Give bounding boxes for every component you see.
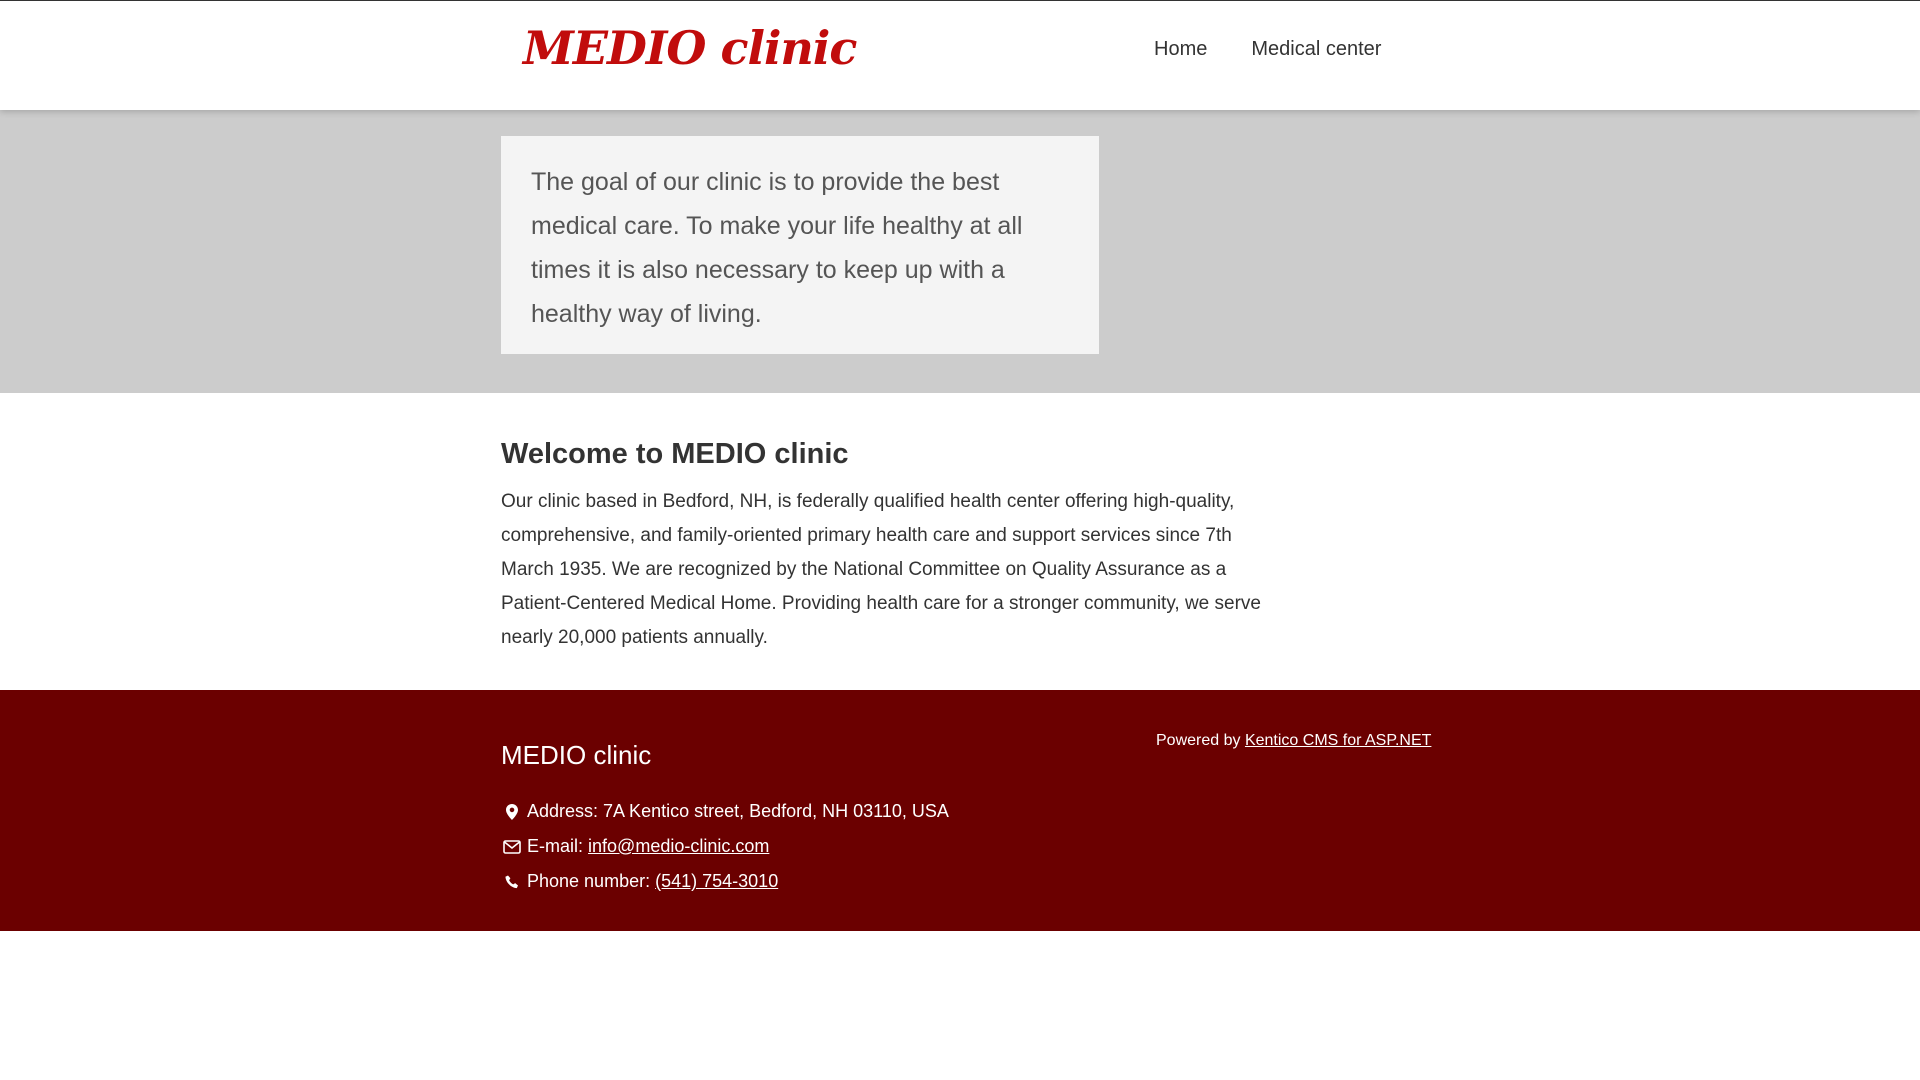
powered-by: Powered by Kentico CMS for ASP.NET	[1156, 732, 1431, 750]
footer-title: MEDIO clinic	[501, 740, 652, 770]
site-header: MEDIO clinic Home Medical center	[0, 0, 1920, 110]
hero-text: The goal of our clinic is to provide the…	[531, 168, 1023, 328]
site-footer: MEDIO clinic Address: 7A Kentico street,…	[0, 690, 1920, 931]
site-logo[interactable]: MEDIO clinic	[523, 21, 857, 75]
email-link[interactable]: info@medio-clinic.com	[588, 836, 769, 857]
hero-banner: The goal of our clinic is to provide the…	[0, 110, 1920, 393]
powered-by-label: Powered by	[1156, 732, 1241, 749]
email-item: E-mail: info@medio-clinic.com	[501, 829, 949, 864]
phone-link[interactable]: (541) 754-3010	[655, 871, 778, 892]
address-text: Address: 7A Kentico street, Bedford, NH …	[527, 801, 949, 821]
main-nav: Home Medical center	[1154, 38, 1425, 61]
main-content: Welcome to MEDIO clinic Our clinic based…	[501, 438, 1261, 655]
nav-item-home[interactable]: Home	[1154, 38, 1207, 61]
email-label: E-mail:	[527, 836, 584, 856]
nav-item-medical-center[interactable]: Medical center	[1251, 38, 1381, 61]
phone-icon	[501, 873, 523, 891]
address-item: Address: 7A Kentico street, Bedford, NH …	[501, 794, 949, 829]
envelope-icon	[501, 838, 523, 856]
powered-by-link[interactable]: Kentico CMS for ASP.NET	[1245, 732, 1431, 749]
page-title: Welcome to MEDIO clinic	[501, 438, 849, 470]
contact-list: Address: 7A Kentico street, Bedford, NH …	[501, 794, 949, 899]
hero-quote-box: The goal of our clinic is to provide the…	[501, 136, 1099, 354]
phone-label: Phone number:	[527, 871, 651, 891]
map-marker-icon	[501, 803, 523, 821]
intro-paragraph: Our clinic based in Bedford, NH, is fede…	[501, 491, 1261, 648]
phone-item: Phone number: (541) 754-3010	[501, 864, 949, 899]
